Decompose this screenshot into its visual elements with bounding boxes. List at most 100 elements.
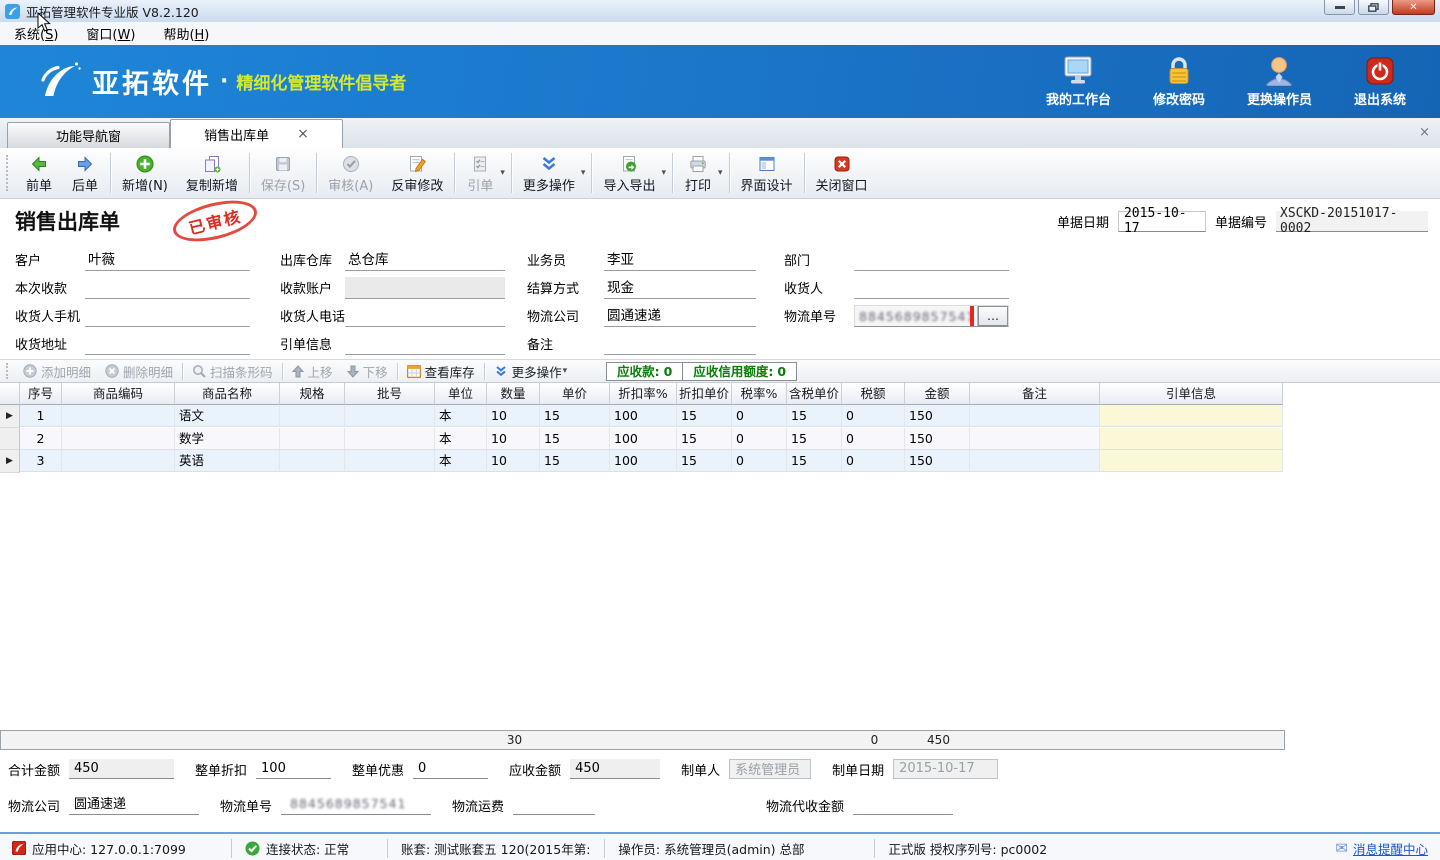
grid-cell[interactable]: 0 — [732, 405, 787, 427]
row-selector-cell[interactable]: ▶ — [0, 450, 20, 473]
grid-cell[interactable]: 本 — [435, 428, 487, 450]
menu-window[interactable]: 窗口(W) — [86, 24, 135, 43]
grid-column-header[interactable]: 序号 — [20, 383, 62, 405]
workbench-button[interactable]: 我的工作台 — [1046, 56, 1111, 108]
unaudit-edit-button[interactable]: 反审修改 — [382, 151, 452, 196]
grid-column-header[interactable]: 商品名称 — [175, 383, 280, 405]
tab-function-nav[interactable]: 功能导航窗 — [7, 122, 170, 148]
tab-sales-outbound[interactable]: 销售出库单 × — [170, 119, 343, 148]
grid-column-header[interactable]: 规格 — [280, 383, 345, 405]
grid-column-header[interactable]: 商品编码 — [62, 383, 175, 405]
grid-cell[interactable]: 10 — [487, 428, 540, 450]
grid-cell[interactable]: 英语 — [175, 450, 280, 472]
grid-column-header[interactable]: 金额 — [905, 383, 970, 405]
grid-cell[interactable]: 2 — [20, 428, 62, 450]
grid-cell[interactable]: 15 — [540, 450, 610, 472]
more-actions-button[interactable]: 更多操作 — [514, 151, 584, 196]
grid-cell[interactable]: 0 — [842, 450, 905, 472]
detail-more-actions-button[interactable]: 更多操作 ▾ — [487, 362, 579, 381]
payment-account-field[interactable] — [345, 277, 505, 299]
save-button[interactable]: 保存(S) — [252, 151, 314, 196]
grid-cell[interactable]: 10 — [487, 450, 540, 472]
grid-cell[interactable] — [1100, 428, 1283, 450]
grid-cell[interactable] — [280, 405, 345, 427]
minimize-button[interactable] — [1324, 0, 1355, 15]
ref-order-info-field[interactable] — [345, 333, 505, 355]
change-password-button[interactable]: 修改密码 — [1153, 56, 1205, 108]
customer-field[interactable]: 叶薇 — [85, 249, 250, 271]
grid-column-header[interactable]: 税率% — [732, 383, 787, 405]
delivery-address-field[interactable] — [85, 333, 250, 355]
grid-cell[interactable]: 0 — [732, 450, 787, 472]
grid-cell[interactable]: 0 — [842, 428, 905, 450]
grid-cell[interactable]: 15 — [787, 450, 842, 472]
menu-help[interactable]: 帮助(H) — [163, 24, 209, 43]
grid-cell[interactable]: 15 — [677, 405, 732, 427]
grid-column-header[interactable]: 折扣单价 — [677, 383, 732, 405]
switch-operator-button[interactable]: 更换操作员 — [1247, 56, 1312, 108]
grid-column-header[interactable]: 引单信息 — [1100, 383, 1283, 405]
grid-cell[interactable]: 15 — [540, 428, 610, 450]
footer-logistics-company-field[interactable]: 圆通速递 — [69, 795, 199, 815]
move-up-button[interactable]: 上移 — [285, 362, 340, 381]
grid-cell[interactable] — [280, 450, 345, 472]
delete-detail-button[interactable]: 删除明细 — [98, 362, 180, 381]
remark-field[interactable] — [604, 333, 756, 355]
grid-cell[interactable]: 1 — [20, 405, 62, 427]
copy-new-button[interactable]: 复制新增 — [177, 151, 247, 196]
grid-cell[interactable] — [1100, 405, 1283, 427]
cod-amount-field[interactable] — [853, 795, 953, 815]
warehouse-field[interactable]: 总仓库 — [345, 249, 505, 271]
grid-cell[interactable]: 10 — [487, 405, 540, 427]
detail-more-dropdown-icon[interactable]: ▾ — [563, 366, 568, 376]
grid-cell[interactable] — [1100, 450, 1283, 472]
grid-cell[interactable]: 100 — [610, 450, 677, 472]
grid-cell[interactable]: 15 — [677, 450, 732, 472]
grid-cell[interactable]: 100 — [610, 428, 677, 450]
grid-cell[interactable] — [345, 428, 435, 450]
grid-cell[interactable]: 3 — [20, 450, 62, 472]
grid-cell[interactable]: 150 — [905, 450, 970, 472]
settlement-method-field[interactable]: 现金 — [604, 277, 756, 299]
grid-cell[interactable]: 100 — [610, 405, 677, 427]
print-dropdown-icon[interactable]: ▾ — [718, 168, 723, 178]
grid-column-header[interactable]: 备注 — [970, 383, 1100, 405]
grid-cell[interactable] — [62, 428, 175, 450]
grid-cell[interactable]: 15 — [677, 428, 732, 450]
grid-cell[interactable]: 150 — [905, 405, 970, 427]
consignee-phone-field[interactable] — [345, 305, 505, 327]
close-button[interactable]: ✕ — [1392, 0, 1435, 15]
scan-barcode-button[interactable]: 扫描条形码 — [185, 362, 280, 381]
import-export-button[interactable]: 导入导出 — [594, 151, 664, 196]
audit-button[interactable]: 审核(A) — [319, 151, 382, 196]
grid-cell[interactable]: 本 — [435, 405, 487, 427]
ref-order-button[interactable]: 引单 — [457, 151, 503, 196]
grid-cell[interactable] — [62, 450, 175, 472]
add-detail-button[interactable]: 添加明细 — [16, 362, 98, 381]
grid-cell[interactable]: 数学 — [175, 428, 280, 450]
ui-design-button[interactable]: 界面设计 — [732, 151, 802, 196]
whole-reduction-field[interactable]: 0 — [413, 759, 488, 779]
restore-button[interactable] — [1358, 0, 1389, 15]
grid-column-header[interactable]: 税额 — [842, 383, 905, 405]
salesman-field[interactable]: 李亚 — [604, 249, 756, 271]
ref-order-dropdown-icon[interactable]: ▾ — [500, 168, 505, 178]
grid-cell[interactable] — [345, 450, 435, 472]
grid-cell[interactable] — [970, 428, 1100, 450]
row-selector-cell[interactable] — [0, 428, 20, 450]
tab-close-icon[interactable]: × — [297, 128, 309, 140]
doc-date-field[interactable]: 2015-10-17 — [1118, 211, 1206, 232]
add-new-button[interactable]: 新增(N) — [113, 151, 177, 196]
more-actions-dropdown-icon[interactable]: ▾ — [581, 168, 586, 178]
grid-cell[interactable] — [345, 405, 435, 427]
footer-tracking-number-field[interactable]: 8845689857541 — [286, 796, 406, 811]
grid-cell[interactable]: 0 — [842, 405, 905, 427]
move-down-button[interactable]: 下移 — [340, 362, 395, 381]
grid-cell[interactable] — [280, 428, 345, 450]
prev-order-button[interactable]: 前单 — [16, 151, 62, 196]
current-payment-field[interactable] — [85, 277, 250, 299]
consignee-mobile-field[interactable] — [85, 305, 250, 327]
grid-column-header[interactable]: 单位 — [435, 383, 487, 405]
exit-system-button[interactable]: 退出系统 — [1354, 56, 1406, 108]
grid-column-header[interactable]: 含税单价 — [787, 383, 842, 405]
